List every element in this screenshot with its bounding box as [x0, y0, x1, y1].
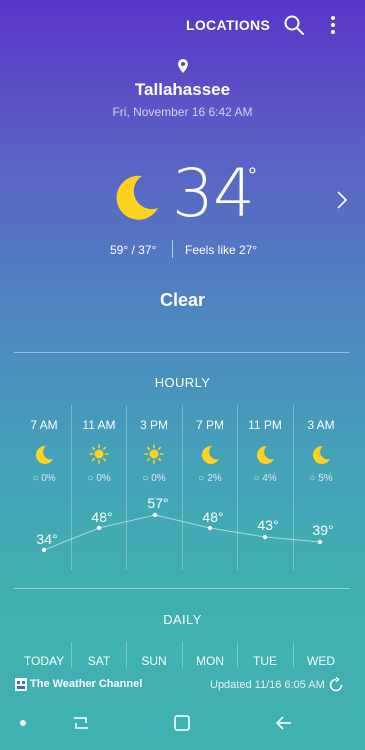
hour-temp: 43°: [257, 517, 279, 533]
precip-chance: ○ 2%: [198, 473, 222, 484]
weather-channel-logo-icon: [15, 678, 27, 691]
degree-symbol: °: [248, 163, 257, 188]
moon-icon: [255, 444, 275, 464]
hour-time: 3 PM: [139, 418, 168, 432]
day-label: SAT: [87, 654, 111, 668]
chevron-right-icon[interactable]: [336, 190, 348, 210]
city-name: Tallahassee: [134, 80, 231, 99]
section-divider: [14, 352, 350, 353]
precip-chance: ○ 0%: [87, 473, 111, 484]
raindrop-icon: ○: [198, 473, 205, 484]
sun-icon: [144, 444, 164, 464]
precip-chance: ○ 4%: [253, 473, 277, 484]
high-low-temperature: 59° / 37°: [110, 243, 157, 257]
hour-time: 7 PM: [195, 418, 224, 432]
locations-button[interactable]: LOCATIONS: [186, 17, 270, 33]
moon-icon: [200, 444, 220, 464]
daily-title: DAILY: [163, 612, 202, 627]
hour-time: 7 AM: [30, 418, 58, 432]
precip-chance: ○ 5%: [309, 473, 333, 484]
weather-channel-link[interactable]: The Weather Channel: [30, 678, 142, 690]
divider: [172, 240, 173, 258]
moon-icon: [311, 444, 331, 464]
raindrop-icon: ○: [87, 473, 94, 484]
hour-time: 11 AM: [82, 418, 116, 432]
day-label: SUN: [141, 654, 167, 668]
day-label: TODAY: [23, 654, 65, 668]
hour-time: 3 AM: [307, 418, 335, 432]
hour-temp: 39°: [312, 522, 334, 538]
sun-icon: [89, 444, 109, 464]
day-label: WED: [307, 654, 335, 668]
hourly-title: HOURLY: [154, 375, 211, 390]
current-temperature: 34: [172, 155, 255, 232]
raindrop-icon: ○: [142, 473, 149, 484]
date-time: Fri, November 16 6:42 AM: [112, 105, 253, 119]
nav-dot-icon[interactable]: [20, 720, 26, 726]
feels-like: Feels like 27°: [185, 243, 258, 257]
back-icon[interactable]: [275, 714, 293, 737]
hour-temp: 48°: [91, 509, 113, 525]
hour-temp: 48°: [202, 509, 224, 525]
raindrop-icon: ○: [309, 473, 316, 484]
moon-icon: [112, 172, 160, 222]
section-divider: [14, 588, 350, 589]
hour-time: 11 PM: [248, 418, 282, 432]
day-label: TUE: [253, 654, 277, 668]
condition-text: Clear: [159, 290, 206, 310]
precip-chance: ○ 0%: [142, 473, 166, 484]
home-icon[interactable]: [173, 714, 191, 737]
moon-icon: [34, 444, 54, 464]
raindrop-icon: ○: [32, 473, 39, 484]
recent-apps-icon[interactable]: [72, 714, 90, 737]
precip-chance: ○ 0%: [32, 473, 56, 484]
search-icon[interactable]: [283, 14, 305, 36]
location-pin-icon: [176, 58, 190, 74]
hour-temp: 57°: [147, 495, 169, 511]
more-options-icon[interactable]: [325, 14, 341, 36]
hour-temp: 34°: [36, 531, 58, 547]
raindrop-icon: ○: [253, 473, 260, 484]
updated-time: Updated 11/16 6:05 AM: [210, 679, 325, 691]
day-label: MON: [196, 654, 224, 668]
refresh-icon[interactable]: [328, 676, 344, 693]
